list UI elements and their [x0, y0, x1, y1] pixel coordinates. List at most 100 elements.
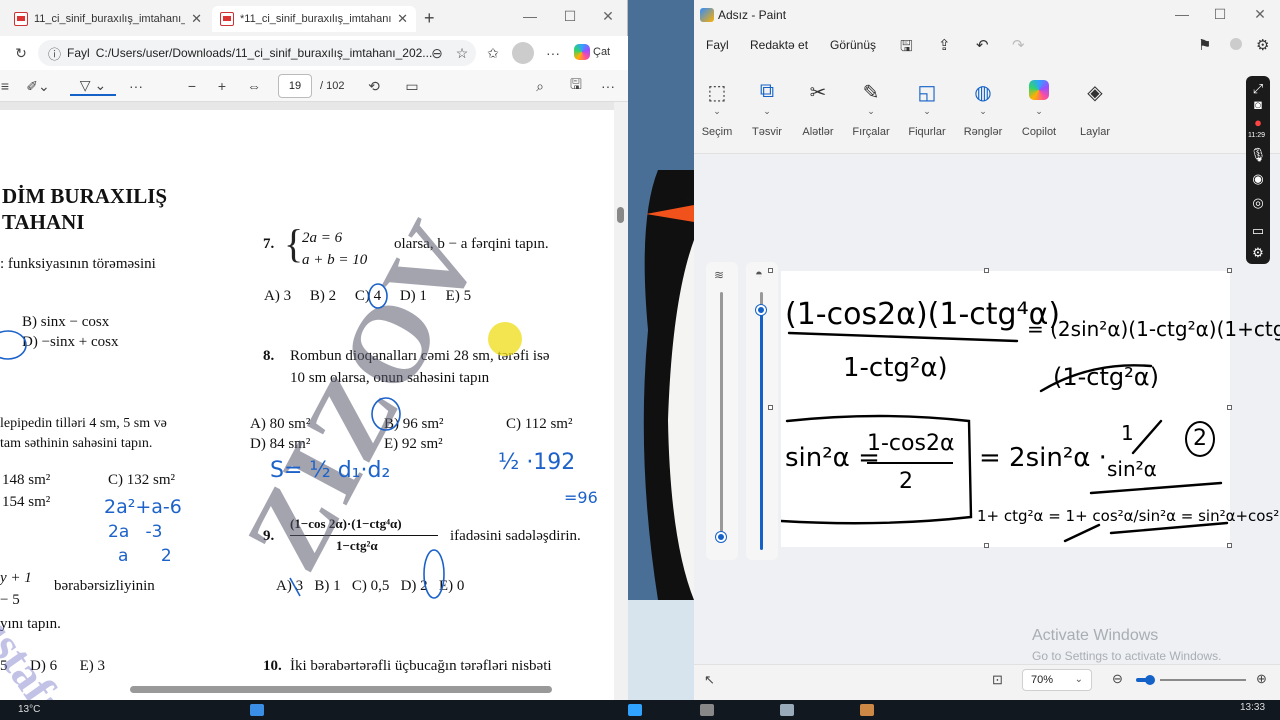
taskbar-clock[interactable]: 13:33 [1240, 702, 1265, 713]
taskbar-app-icon[interactable] [860, 704, 874, 716]
account-avatar[interactable] [1230, 38, 1242, 50]
redo-icon[interactable]: ↷ [1012, 36, 1025, 54]
more-menu-icon[interactable]: ··· [542, 42, 564, 64]
window-title: Adsız - Paint [718, 8, 787, 22]
copilot-chat-button[interactable]: Çat [574, 41, 622, 63]
scrollbar-thumb[interactable] [617, 207, 624, 223]
ribbon-label: Təsvir [752, 126, 782, 138]
save-icon[interactable]: 🖫 [900, 36, 913, 61]
pdf-viewport[interactable]: DİM BURAXILIŞ TAHANI : funksiyasının tör… [0, 102, 628, 700]
close-window-button[interactable]: ✕ [1250, 6, 1270, 23]
refresh-icon[interactable]: ↻ [10, 42, 32, 64]
fraction-bar [867, 462, 953, 464]
page-view-icon[interactable]: ▭ [402, 76, 422, 96]
resize-handle[interactable] [984, 268, 989, 273]
taskbar-app-icon[interactable] [628, 704, 642, 716]
zoom-in-icon[interactable]: + [212, 76, 232, 96]
handwriting-line: 1 [1121, 421, 1134, 445]
horizontal-scrollbar[interactable] [130, 686, 552, 693]
resize-handle[interactable] [1227, 405, 1232, 410]
profile-avatar[interactable] [512, 42, 534, 64]
drawing-canvas[interactable]: (1-cos2α)(1-ctg⁴α) = (2sin²α)(1-ctg²α)(1… [781, 271, 1280, 547]
taskbar-app-icon[interactable] [780, 704, 794, 716]
select-icon: ⬚ [707, 82, 727, 104]
resize-handle[interactable] [1227, 543, 1232, 548]
share-icon[interactable]: ⇪ [938, 36, 951, 54]
close-window-button[interactable]: ✕ [598, 8, 618, 25]
brush-size-slider[interactable]: ≋ [706, 262, 738, 560]
ribbon-label: Fiqurlar [908, 126, 946, 138]
rotate-icon[interactable]: ⟲ [364, 76, 384, 96]
paint-app-icon [700, 8, 714, 22]
zoom-out-icon[interactable]: ⊖ [1112, 671, 1123, 687]
browser-tab[interactable]: 11_ci_sinif_buraxılış_imtahanı_2020 ✕ [6, 6, 210, 32]
slider-knob[interactable] [716, 532, 726, 542]
settings-gear-icon[interactable]: ⚙ [1256, 36, 1269, 54]
info-icon: ⓘ [48, 46, 62, 62]
ribbon-label: Fırçalar [852, 126, 890, 138]
slider-knob[interactable] [756, 305, 766, 315]
ribbon-layers[interactable]: ◈ Laylar [1070, 80, 1120, 138]
zoom-search-icon[interactable]: ⊖ [426, 42, 448, 64]
menu-edit[interactable]: Redaktə et [750, 38, 808, 52]
fit-width-icon[interactable]: ⇔ [244, 76, 264, 96]
favorite-star-icon[interactable]: ☆ [451, 42, 473, 64]
handwriting-line: sin²α = [785, 443, 880, 473]
draw-icon[interactable]: ▽ ⌄ [70, 76, 116, 96]
zoom-select[interactable]: 70% ⌄ [1022, 669, 1092, 691]
record-icon[interactable]: ● [1249, 114, 1267, 132]
new-tab-button[interactable]: + [424, 8, 435, 29]
minimize-button[interactable]: — [1172, 6, 1192, 22]
start-icon[interactable] [250, 704, 264, 716]
taskbar-app-icon[interactable] [700, 704, 714, 716]
more-options-icon[interactable]: ··· [598, 76, 618, 96]
ribbon-selection[interactable]: ⬚ ⌄ Seçim [692, 80, 742, 138]
browser-tab-active[interactable]: *11_ci_sinif_buraxılış_imtahanı_2020 ✕ [212, 6, 416, 32]
ribbon-image[interactable]: ⧉ ⌄ Təsvir [742, 80, 792, 138]
resize-handle[interactable] [768, 405, 773, 410]
page-number-input[interactable]: 19 [278, 74, 312, 98]
layers-icon: ◈ [1087, 82, 1103, 104]
handwriting-line: sin²α [1107, 457, 1157, 481]
more-tools-icon[interactable]: ··· [126, 76, 146, 96]
ribbon-shapes[interactable]: ◱ ⌄ Fiqurlar [902, 80, 952, 138]
maximize-button[interactable]: ☐ [1210, 6, 1230, 23]
highlight-icon[interactable]: ✐⌄ [22, 76, 54, 96]
menu-view[interactable]: Görünüş [830, 38, 876, 52]
resize-handle[interactable] [1227, 268, 1232, 273]
close-icon[interactable]: ✕ [397, 11, 408, 27]
menu-file[interactable]: Fayl [706, 38, 729, 52]
close-icon[interactable]: ✕ [191, 11, 202, 27]
settings-gear-icon[interactable]: ⚙ [1249, 244, 1267, 262]
feedback-icon[interactable]: ⚑ [1198, 36, 1211, 54]
ribbon-brushes[interactable]: ✎ ⌄ Fırçalar [846, 80, 896, 138]
opacity-slider[interactable]: ◓ [746, 262, 778, 560]
minimize-button[interactable]: — [520, 8, 540, 24]
zoom-out-icon[interactable]: − [182, 76, 202, 96]
weather-widget[interactable]: 13°C [18, 704, 40, 715]
favorites-list-icon[interactable]: ✩ [482, 42, 504, 64]
undo-icon[interactable]: ↶ [976, 36, 989, 54]
search-icon[interactable]: ⌕ [530, 76, 550, 96]
ribbon-colors[interactable]: ◍ ⌄ Rənglər [958, 80, 1008, 138]
menu-icon[interactable]: ≡ [0, 76, 10, 96]
address-bar[interactable]: ⓘ Fayl C:/Users/user/Downloads/11_ci_sin… [38, 40, 476, 66]
vertical-scrollbar[interactable] [614, 102, 628, 700]
save-icon[interactable]: 🖫 [566, 76, 586, 96]
activation-notice: Activate Windows [1032, 627, 1159, 644]
resize-handle[interactable] [984, 543, 989, 548]
ribbon-tools[interactable]: ✂ Alətlər [793, 80, 843, 138]
webcam-icon[interactable]: ◎ [1249, 194, 1267, 212]
resize-handle[interactable] [768, 268, 773, 273]
ribbon-copilot[interactable]: ⌄ Copilot [1014, 80, 1064, 138]
zoom-in-icon[interactable]: ⊕ [1256, 671, 1267, 687]
handwriting-line: (1-cos2α)(1-ctg⁴α) [785, 297, 1061, 332]
maximize-button[interactable]: ☐ [560, 8, 580, 25]
window-icon[interactable]: ▭ [1249, 222, 1267, 240]
microphone-icon[interactable]: 🎙 [1249, 146, 1267, 164]
speaker-icon[interactable]: ◉ [1249, 170, 1267, 188]
camera-icon[interactable]: ◙ [1249, 96, 1267, 114]
fit-to-window-icon[interactable]: ⊡ [992, 672, 1003, 688]
zoom-slider-knob[interactable] [1145, 675, 1155, 685]
zoom-slider[interactable] [1160, 679, 1246, 681]
